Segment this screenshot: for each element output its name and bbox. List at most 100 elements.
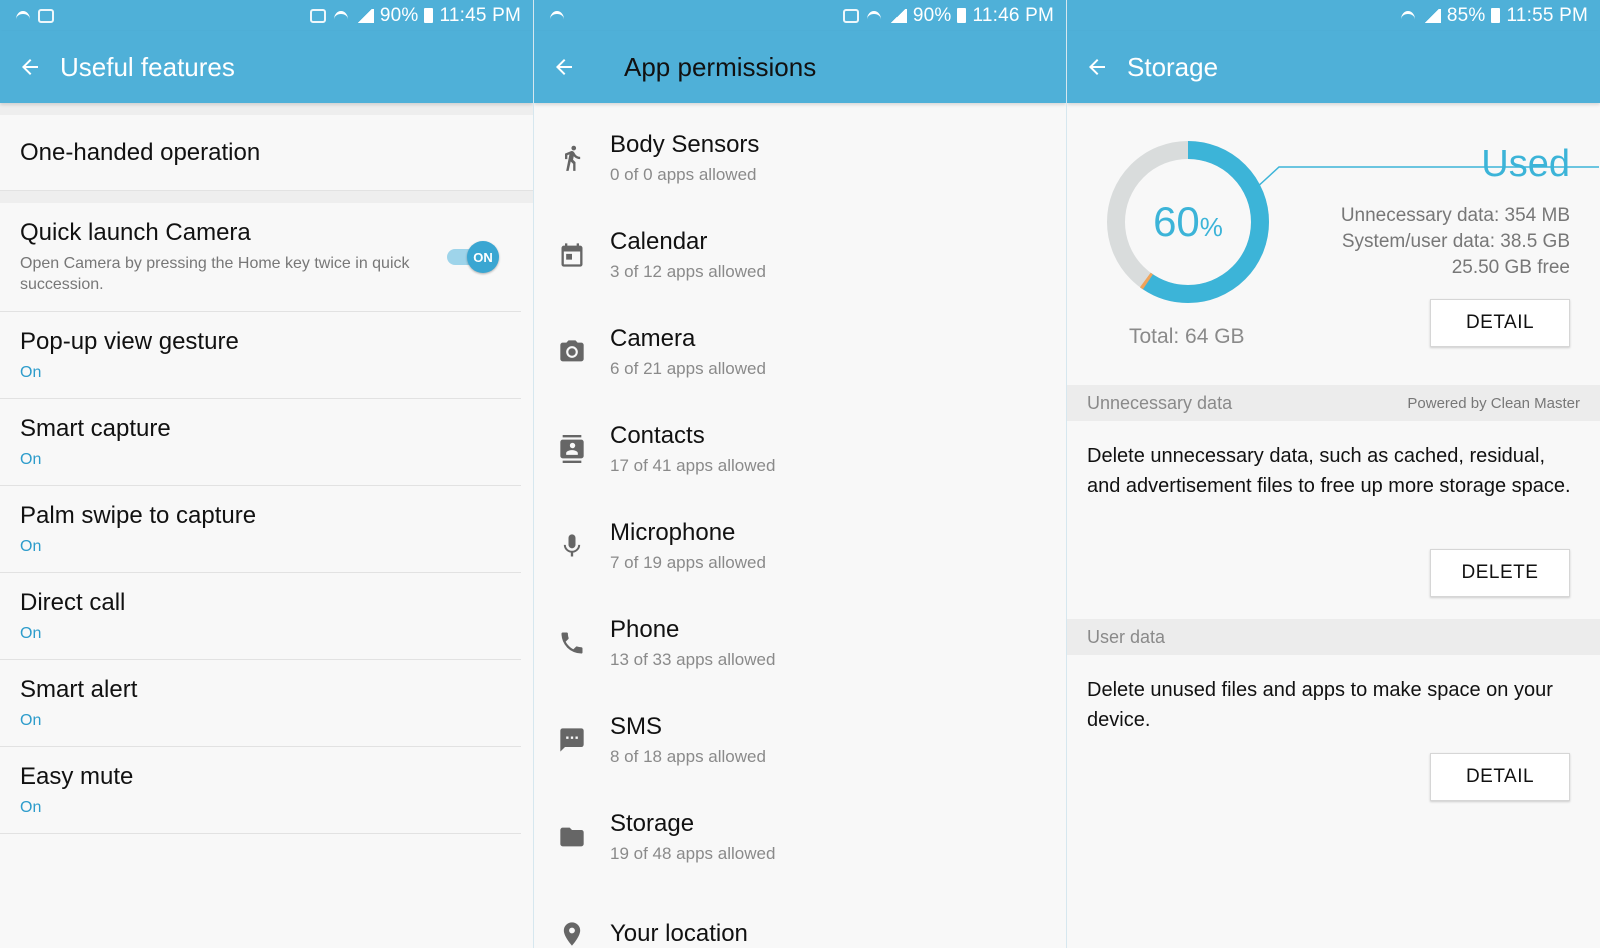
cell-signal-icon xyxy=(355,8,374,23)
free-space-stat: 25.50 GB free xyxy=(1451,257,1570,278)
quick-launch-toggle[interactable]: ON xyxy=(447,241,499,273)
clock: 11:46 PM xyxy=(972,4,1054,26)
item-title: One-handed operation xyxy=(20,138,261,166)
item-title: Smart capture xyxy=(20,415,171,442)
unnecessary-data-header: Unnecessary data Powered by Clean Master xyxy=(1067,385,1600,421)
phone-icon xyxy=(534,629,610,657)
feature-item[interactable]: Palm swipe to capture On xyxy=(0,486,521,573)
clock: 11:55 PM xyxy=(1506,4,1588,26)
battery-icon xyxy=(1491,8,1501,23)
wifi-signal-icon xyxy=(1399,9,1417,23)
permission-item[interactable]: Calendar 3 of 12 apps allowed xyxy=(534,206,1066,303)
cell-signal-icon xyxy=(1422,8,1441,23)
back-button[interactable] xyxy=(0,31,60,103)
item-status: On xyxy=(20,538,42,555)
used-percentage-value: 60 xyxy=(1153,198,1200,245)
wifi-signal-icon xyxy=(332,9,350,23)
section-title: Unnecessary data xyxy=(1087,392,1233,413)
permission-item[interactable]: Contacts 17 of 41 apps allowed xyxy=(534,400,1066,497)
permission-item[interactable]: Phone 13 of 33 apps allowed xyxy=(534,594,1066,691)
permissions-list: Body Sensors 0 of 0 apps allowed Calendar 3… xyxy=(534,103,1066,948)
powered-by-label: Powered by Clean Master xyxy=(1407,394,1580,412)
back-button[interactable] xyxy=(534,31,594,103)
permission-text: Storage 19 of 48 apps allowed xyxy=(610,810,775,864)
permission-title: Microphone xyxy=(610,518,736,546)
feature-item[interactable]: Easy mute On xyxy=(0,747,521,834)
permission-title: Storage xyxy=(610,809,695,837)
back-arrow-icon xyxy=(1089,59,1105,75)
microphone-icon xyxy=(534,532,610,560)
permission-text: SMS 8 of 18 apps allowed xyxy=(610,713,766,767)
permission-text: Your location xyxy=(610,920,748,948)
one-handed-operation-item[interactable]: One-handed operation xyxy=(0,115,533,191)
permission-title: Camera xyxy=(610,324,696,352)
unnecessary-data-stat: Unnecessary data: 354 MB xyxy=(1340,205,1570,226)
permission-item[interactable]: Microphone 7 of 19 apps allowed xyxy=(534,497,1066,594)
page-title: Storage xyxy=(1127,51,1219,82)
feature-item[interactable]: Direct call On xyxy=(0,573,521,660)
folder-icon xyxy=(534,823,610,851)
image-icon xyxy=(38,8,54,23)
permission-title: SMS xyxy=(610,712,663,740)
item-title: Quick launch Camera xyxy=(20,219,251,246)
contacts-icon xyxy=(534,434,610,463)
permission-item[interactable]: Camera 6 of 21 apps allowed xyxy=(534,303,1066,400)
permission-title: Your location xyxy=(610,919,748,947)
user-data-description: Delete unused files and apps to make spa… xyxy=(1087,679,1553,731)
permission-subtitle: 3 of 12 apps allowed xyxy=(610,261,766,281)
permission-title: Phone xyxy=(610,615,680,643)
app-permissions-screen: 90% 11:46 PM App permissions Body Sensor… xyxy=(533,0,1066,948)
nfc-icon xyxy=(842,8,859,23)
storage-detail-button[interactable]: DETAIL xyxy=(1430,299,1570,347)
battery-percent: 90% xyxy=(912,4,952,26)
percent-sign: % xyxy=(1199,211,1223,242)
user-data-header: User data xyxy=(1067,619,1600,655)
storage-screen: 85% 11:55 PM Storage 60% Used Unnecessar… xyxy=(1066,0,1600,948)
battery-icon xyxy=(424,8,434,23)
permission-subtitle: 0 of 0 apps allowed xyxy=(610,164,757,184)
permission-subtitle: 13 of 33 apps allowed xyxy=(610,649,776,669)
back-button[interactable] xyxy=(1067,31,1127,103)
clock: 11:45 PM xyxy=(439,4,521,26)
page-title: App permissions xyxy=(624,51,817,82)
permission-item[interactable]: Storage 19 of 48 apps allowed xyxy=(534,788,1066,885)
wifi-icon xyxy=(14,9,32,23)
permission-item[interactable]: SMS 8 of 18 apps allowed xyxy=(534,691,1066,788)
permission-subtitle: 7 of 19 apps allowed xyxy=(610,552,766,572)
user-data-detail-button[interactable]: DETAIL xyxy=(1430,753,1570,801)
permission-item[interactable]: Body Sensors 0 of 0 apps allowed xyxy=(534,109,1066,206)
section-divider xyxy=(0,191,533,203)
wifi-icon xyxy=(548,9,566,23)
cell-signal-icon xyxy=(888,8,907,23)
unnecessary-data-section: Delete unnecessary data, such as cached,… xyxy=(1067,421,1600,619)
system-user-data-stat: System/user data: 38.5 GB xyxy=(1341,231,1570,252)
delete-button[interactable]: DELETE xyxy=(1430,549,1570,597)
permission-subtitle: 17 of 41 apps allowed xyxy=(610,455,776,475)
page-title: Useful features xyxy=(60,51,235,82)
feature-item[interactable]: Smart alert On xyxy=(0,660,521,747)
item-title: Pop-up view gesture xyxy=(20,328,239,355)
item-status: On xyxy=(20,625,42,642)
status-bar: 90% 11:46 PM xyxy=(534,0,1066,31)
permission-title: Body Sensors xyxy=(610,130,760,158)
quick-launch-camera-item[interactable]: Quick launch Camera Open Camera by press… xyxy=(0,203,521,312)
feature-item[interactable]: Smart capture On xyxy=(0,399,521,486)
permission-text: Calendar 3 of 12 apps allowed xyxy=(610,228,766,282)
storage-stats: Unnecessary data: 354 MB System/user dat… xyxy=(1341,203,1570,281)
screens-container: 90% 11:45 PM Useful features One-handed … xyxy=(0,0,1600,948)
permission-title: Calendar xyxy=(610,227,708,255)
section-title: User data xyxy=(1087,626,1166,647)
user-data-section: Delete unused files and apps to make spa… xyxy=(1067,655,1600,825)
status-bar: 90% 11:45 PM xyxy=(0,0,533,31)
feature-item[interactable]: Pop-up view gesture On xyxy=(0,312,521,399)
permission-text: Microphone 7 of 19 apps allowed xyxy=(610,519,766,573)
battery-percent: 85% xyxy=(1446,4,1486,26)
permission-item[interactable]: Your location xyxy=(534,885,1066,948)
item-title: Smart alert xyxy=(20,676,138,703)
item-status: On xyxy=(20,451,42,468)
toggle-knob: ON xyxy=(467,241,499,273)
permission-subtitle: 6 of 21 apps allowed xyxy=(610,358,766,378)
features-list: Pop-up view gesture On Smart capture On Palm… xyxy=(0,312,533,834)
used-label: Used xyxy=(1481,143,1570,185)
storage-summary: 60% Used Unnecessary data: 354 MB System… xyxy=(1067,103,1600,385)
